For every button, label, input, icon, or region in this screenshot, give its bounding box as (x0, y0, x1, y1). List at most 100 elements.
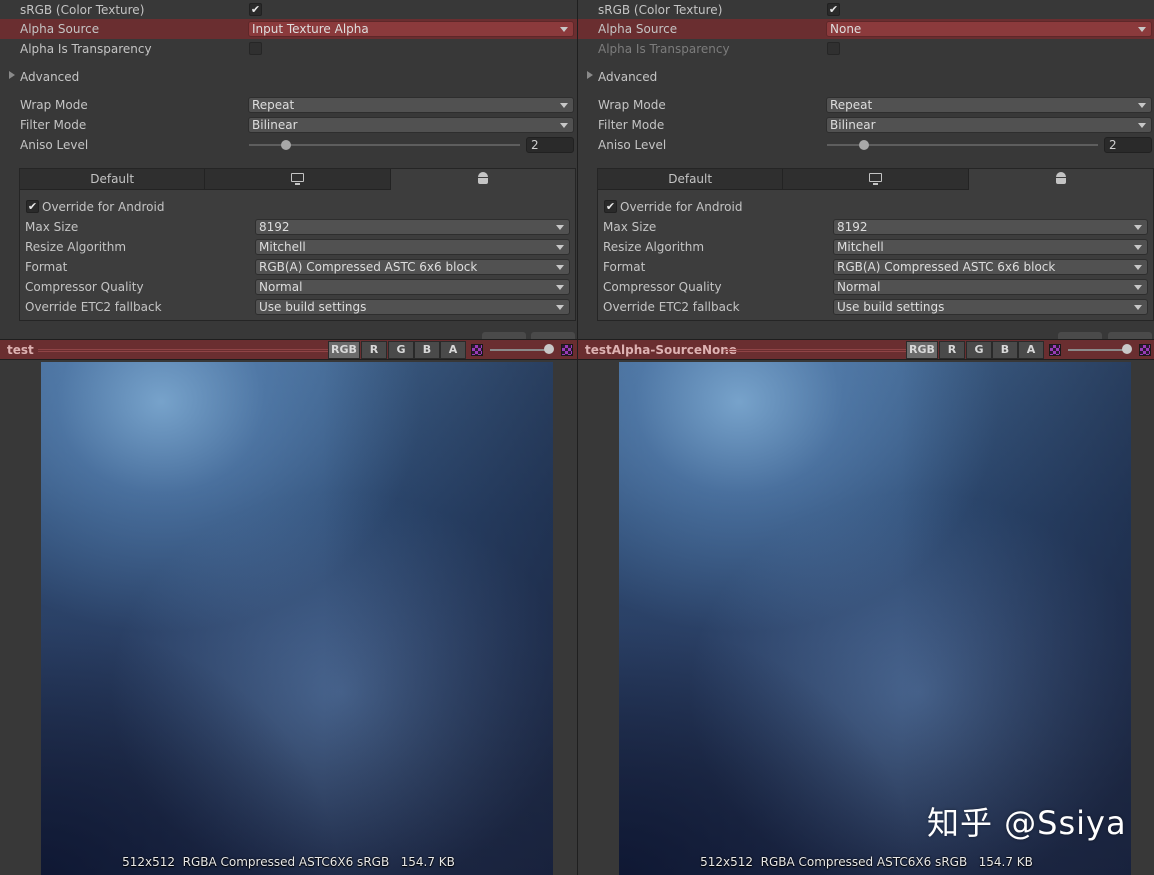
compressor-quality-label: Compressor Quality (603, 280, 722, 294)
aniso-level-field[interactable]: 2 (526, 137, 574, 153)
preview-header: test RGB R G B A (0, 339, 577, 360)
chevron-down-icon (560, 27, 568, 32)
monitor-icon (290, 173, 304, 185)
aniso-level-field[interactable]: 2 (1104, 137, 1152, 153)
aniso-level-label: Aniso Level (598, 138, 667, 152)
channel-b-button[interactable]: B (992, 341, 1018, 359)
mip-slider-thumb[interactable] (1122, 344, 1132, 354)
preview-title: test (7, 343, 34, 357)
channel-g-button[interactable]: G (966, 341, 992, 359)
android-icon (477, 172, 489, 185)
format-dropdown[interactable]: RGB(A) Compressed ASTC 6x6 block (833, 259, 1148, 275)
wrap-mode-dropdown[interactable]: Repeat (826, 97, 1152, 113)
watermark-text: 知乎 @Ssiya (927, 804, 1127, 842)
wrap-mode-row: Wrap Mode Repeat (0, 95, 577, 115)
inspector-panel-left: sRGB (Color Texture) ✔ Alpha Source Inpu… (0, 0, 577, 875)
checker-icon[interactable] (561, 344, 573, 356)
aniso-slider-thumb[interactable] (281, 140, 291, 150)
channel-rgb-button[interactable]: RGB (328, 341, 360, 359)
override-etc2-row: Override ETC2 fallback Use build setting… (598, 297, 1153, 317)
mip-slider-track[interactable] (1068, 349, 1128, 351)
advanced-label: Advanced (598, 70, 658, 84)
advanced-foldout[interactable]: Advanced (0, 67, 577, 87)
channel-a-button[interactable]: A (1018, 341, 1044, 359)
channel-a-button[interactable]: A (440, 341, 466, 359)
tab-android[interactable] (968, 169, 1153, 190)
srgb-row: sRGB (Color Texture) ✔ (578, 0, 1154, 20)
max-size-label: Max Size (603, 220, 657, 234)
alpha-source-value: Input Texture Alpha (252, 22, 369, 36)
format-label: Format (25, 260, 68, 274)
compressor-quality-dropdown[interactable]: Normal (255, 279, 570, 295)
checker-icon[interactable] (1049, 344, 1061, 356)
chevron-down-icon (556, 305, 564, 310)
override-etc2-value: Use build settings (259, 300, 367, 314)
max-size-row: Max Size 8192 (20, 217, 575, 237)
aniso-level-row: Aniso Level 2 (578, 135, 1154, 155)
foldout-arrow-icon (9, 71, 15, 79)
chevron-down-icon (1138, 123, 1146, 128)
override-android-row: ✔ Override for Android (598, 197, 1153, 217)
format-row: Format RGB(A) Compressed ASTC 6x6 block (598, 257, 1153, 277)
format-label: Format (603, 260, 646, 274)
alpha-source-row: Alpha Source Input Texture Alpha (0, 19, 577, 39)
checker-icon[interactable] (1139, 344, 1151, 356)
srgb-checkbox[interactable]: ✔ (249, 3, 262, 16)
chevron-down-icon (560, 103, 568, 108)
format-dropdown[interactable]: RGB(A) Compressed ASTC 6x6 block (255, 259, 570, 275)
filter-mode-value: Bilinear (830, 118, 876, 132)
tab-standalone[interactable] (205, 169, 391, 190)
alpha-is-transparency-label: Alpha Is Transparency (20, 42, 152, 56)
compressor-quality-value: Normal (837, 280, 881, 294)
override-etc2-dropdown[interactable]: Use build settings (833, 299, 1148, 315)
filter-mode-dropdown[interactable]: Bilinear (248, 117, 574, 133)
format-row: Format RGB(A) Compressed ASTC 6x6 block (20, 257, 575, 277)
resize-algorithm-label: Resize Algorithm (603, 240, 705, 254)
advanced-label: Advanced (20, 70, 80, 84)
srgb-label: sRGB (Color Texture) (20, 3, 145, 17)
tab-default[interactable]: Default (598, 169, 784, 190)
advanced-foldout[interactable]: Advanced (578, 67, 1154, 87)
alpha-source-label: Alpha Source (20, 22, 100, 36)
alpha-source-dropdown[interactable]: None (826, 21, 1152, 37)
chevron-down-icon (560, 123, 568, 128)
override-etc2-dropdown[interactable]: Use build settings (255, 299, 570, 315)
chevron-down-icon (1134, 245, 1142, 250)
monitor-icon (868, 173, 882, 185)
channel-b-button[interactable]: B (414, 341, 440, 359)
compressor-quality-dropdown[interactable]: Normal (833, 279, 1148, 295)
max-size-row: Max Size 8192 (598, 217, 1153, 237)
channel-r-button[interactable]: R (361, 341, 387, 359)
channel-g-button[interactable]: G (388, 341, 414, 359)
tab-default[interactable]: Default (20, 169, 206, 190)
tab-standalone[interactable] (783, 169, 969, 190)
filter-mode-dropdown[interactable]: Bilinear (826, 117, 1152, 133)
aniso-slider-thumb[interactable] (859, 140, 869, 150)
resize-algorithm-dropdown[interactable]: Mitchell (255, 239, 570, 255)
alpha-source-dropdown[interactable]: Input Texture Alpha (248, 21, 574, 37)
max-size-dropdown[interactable]: 8192 (255, 219, 570, 235)
override-android-checkbox[interactable]: ✔ (26, 200, 39, 213)
alpha-is-transparency-checkbox[interactable] (249, 42, 262, 55)
srgb-checkbox[interactable]: ✔ (827, 3, 840, 16)
channel-r-button[interactable]: R (939, 341, 965, 359)
wrap-mode-dropdown[interactable]: Repeat (248, 97, 574, 113)
platform-tabs: Default (598, 169, 1153, 190)
tab-android[interactable] (390, 169, 575, 190)
filter-mode-label: Filter Mode (20, 118, 87, 132)
chevron-down-icon (1138, 103, 1146, 108)
mip-slider-track[interactable] (490, 349, 550, 351)
override-android-row: ✔ Override for Android (20, 197, 575, 217)
filter-mode-row: Filter Mode Bilinear (578, 115, 1154, 135)
foldout-arrow-icon (587, 71, 593, 79)
checker-icon[interactable] (471, 344, 483, 356)
mip-slider-thumb[interactable] (544, 344, 554, 354)
override-etc2-value: Use build settings (837, 300, 945, 314)
resize-algorithm-dropdown[interactable]: Mitchell (833, 239, 1148, 255)
texture-info-label: 512x512 RGBA Compressed ASTC6X6 sRGB 154… (700, 855, 1033, 869)
chevron-down-icon (1138, 27, 1146, 32)
max-size-dropdown[interactable]: 8192 (833, 219, 1148, 235)
channel-rgb-button[interactable]: RGB (906, 341, 938, 359)
override-android-checkbox[interactable]: ✔ (604, 200, 617, 213)
override-etc2-label: Override ETC2 fallback (603, 300, 740, 314)
